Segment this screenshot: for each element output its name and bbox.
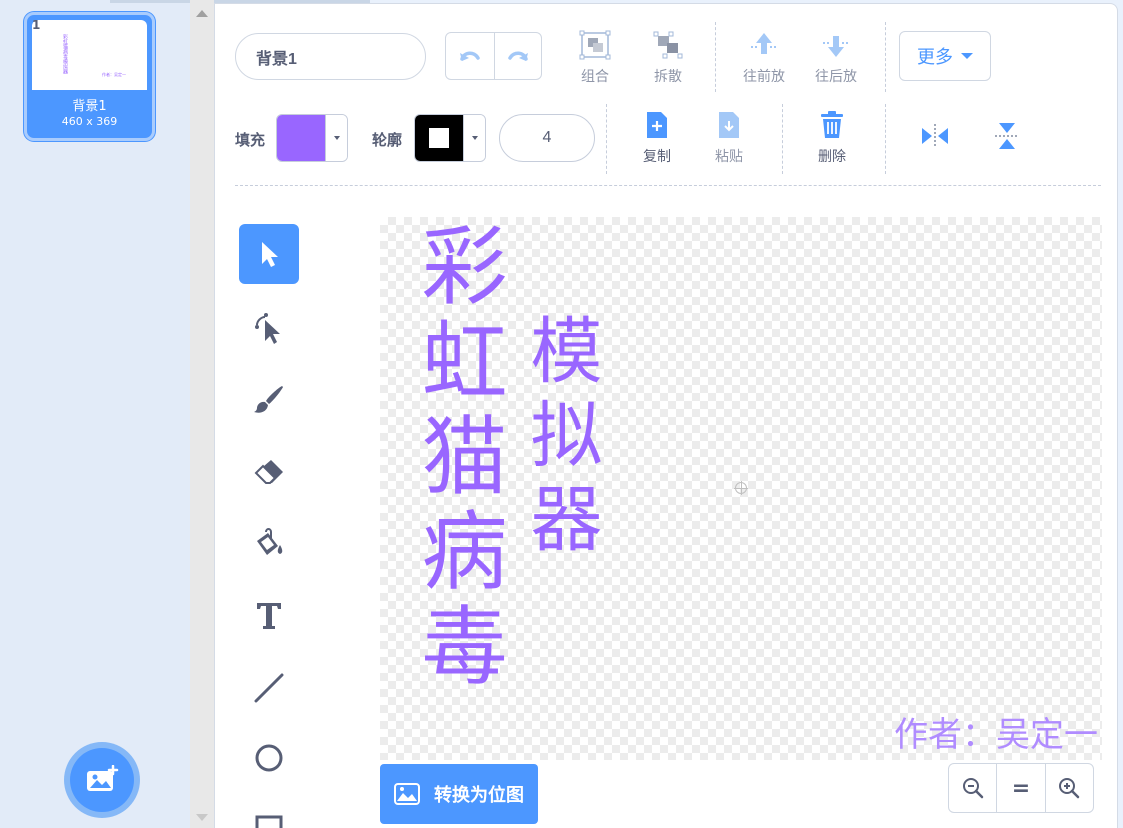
- fill-swatch: [277, 115, 325, 161]
- undo-button[interactable]: [446, 33, 494, 79]
- fill-dropdown[interactable]: [325, 115, 347, 161]
- more-label: 更多: [917, 47, 953, 68]
- costume-list: 彩虹猫病毒模拟器 作者：吴定一 1 背景1 460 x 369: [0, 0, 190, 828]
- rectangle-tool[interactable]: [239, 800, 299, 828]
- forward-label: 往前放: [743, 69, 785, 85]
- arrow-down-icon: [823, 36, 849, 57]
- reshape-icon: [255, 313, 280, 344]
- group-label: 组合: [581, 69, 609, 85]
- costume-tile-selected[interactable]: 彩虹猫病毒模拟器 作者：吴定一 1 背景1 460 x 369: [24, 12, 155, 141]
- toolbar-divider: [885, 104, 886, 174]
- reshape-tool[interactable]: [239, 298, 299, 358]
- backward-label: 往后放: [815, 69, 857, 85]
- ungroup-icon: [653, 31, 683, 59]
- toolbar-separator: [235, 185, 1101, 186]
- convert-to-bitmap-label: 转换为位图: [434, 785, 524, 806]
- select-tool[interactable]: [239, 224, 299, 284]
- group-icon: [579, 30, 611, 60]
- paint-bucket-icon: [257, 528, 283, 555]
- paint-canvas[interactable]: 彩虹猫病毒 模拟器 作者：吴定一: [380, 217, 1102, 760]
- caret-down-icon: [471, 136, 478, 140]
- forward-button[interactable]: 往前放: [741, 30, 787, 86]
- delete-button[interactable]: 删除: [810, 110, 854, 166]
- copy-button[interactable]: 复制: [635, 110, 679, 166]
- canvas-title-column-1: 彩虹猫病毒: [406, 221, 506, 696]
- outline-dropdown[interactable]: [463, 115, 485, 161]
- redo-icon: [508, 51, 528, 61]
- line-icon: [254, 673, 284, 703]
- scroll-up-arrow-icon[interactable]: [196, 10, 208, 17]
- toolbar-divider: [715, 22, 716, 92]
- line-tool[interactable]: [239, 658, 299, 718]
- brush-tool[interactable]: [239, 370, 299, 430]
- costume-number: 1: [32, 18, 41, 32]
- brush-icon: [254, 386, 283, 413]
- paste-icon: [719, 112, 739, 138]
- costume-size: 460 x 369: [61, 115, 118, 128]
- outline-width-input[interactable]: [499, 114, 595, 162]
- undo-redo-group: [445, 32, 542, 80]
- toolbar-divider: [782, 104, 783, 174]
- flip-vertical-button[interactable]: [989, 120, 1025, 156]
- toolbar-divider: [885, 22, 886, 92]
- undo-icon: [459, 51, 480, 61]
- add-backdrop-button[interactable]: [64, 742, 140, 818]
- text-t-icon: [257, 603, 281, 629]
- flip-vertical-icon: [995, 123, 1019, 149]
- toolbar-divider: [606, 104, 607, 174]
- outline-label: 轮廓: [372, 131, 403, 149]
- zoom-out-button[interactable]: [949, 764, 996, 812]
- outline-color-picker[interactable]: [414, 114, 486, 162]
- costume-thumbnail: 彩虹猫病毒模拟器 作者：吴定一: [32, 20, 147, 90]
- more-menu-button[interactable]: 更多: [899, 31, 991, 81]
- copy-icon: [647, 112, 667, 138]
- add-backdrop-icon: [70, 748, 134, 812]
- circle-icon: [255, 744, 283, 772]
- caret-down-icon: [333, 136, 340, 140]
- paste-label: 粘贴: [715, 149, 743, 165]
- ungroup-button[interactable]: 拆散: [646, 30, 690, 86]
- group-button[interactable]: 组合: [573, 30, 617, 86]
- chevron-down-icon: [961, 53, 973, 59]
- flip-horizontal-button[interactable]: [917, 122, 953, 154]
- zoom-in-button[interactable]: [1044, 764, 1093, 812]
- zoom-controls: =: [948, 763, 1094, 813]
- canvas-center-crosshair-icon: [734, 481, 748, 495]
- paint-editor: 组合 拆散 往前放 往后放 更多 填充 轮廓 复制 粘贴: [214, 3, 1118, 828]
- cursor-arrow-icon: [262, 242, 278, 267]
- canvas-author-text: 作者：吴定一: [894, 715, 1098, 755]
- trash-icon: [821, 111, 843, 138]
- fill-color-picker[interactable]: [276, 114, 348, 162]
- rectangle-icon: [255, 815, 283, 828]
- paste-button[interactable]: 粘贴: [707, 110, 751, 166]
- convert-to-bitmap-button[interactable]: 转换为位图: [380, 764, 538, 824]
- costume-name: 背景1: [72, 99, 107, 114]
- scroll-down-arrow-icon[interactable]: [196, 814, 208, 821]
- arrow-up-icon: [751, 33, 777, 54]
- backward-button[interactable]: 往后放: [813, 30, 859, 86]
- ungroup-label: 拆散: [654, 69, 682, 85]
- outline-swatch: [415, 115, 463, 161]
- image-icon: [394, 783, 420, 805]
- zoom-out-icon: [962, 778, 983, 799]
- circle-tool[interactable]: [239, 728, 299, 788]
- redo-button[interactable]: [493, 33, 542, 79]
- thumbnail-author: 作者：吴定一: [102, 72, 126, 77]
- zoom-reset-button[interactable]: =: [996, 764, 1044, 812]
- costume-name-input[interactable]: [235, 33, 426, 80]
- eraser-icon: [254, 460, 283, 484]
- text-tool[interactable]: [239, 586, 299, 646]
- flip-horizontal-icon: [922, 124, 948, 148]
- thumbnail-title: 彩虹猫病毒模拟器: [62, 34, 68, 74]
- fill-label: 填充: [235, 131, 266, 149]
- zoom-in-icon: [1059, 778, 1080, 799]
- delete-label: 删除: [818, 149, 846, 165]
- eraser-tool[interactable]: [239, 442, 299, 502]
- canvas-title-column-2: 模拟器: [518, 313, 602, 565]
- costume-list-scrollbar[interactable]: [190, 0, 214, 828]
- fill-tool[interactable]: [239, 514, 299, 574]
- zoom-reset-label: =: [1011, 775, 1031, 801]
- copy-label: 复制: [643, 149, 671, 165]
